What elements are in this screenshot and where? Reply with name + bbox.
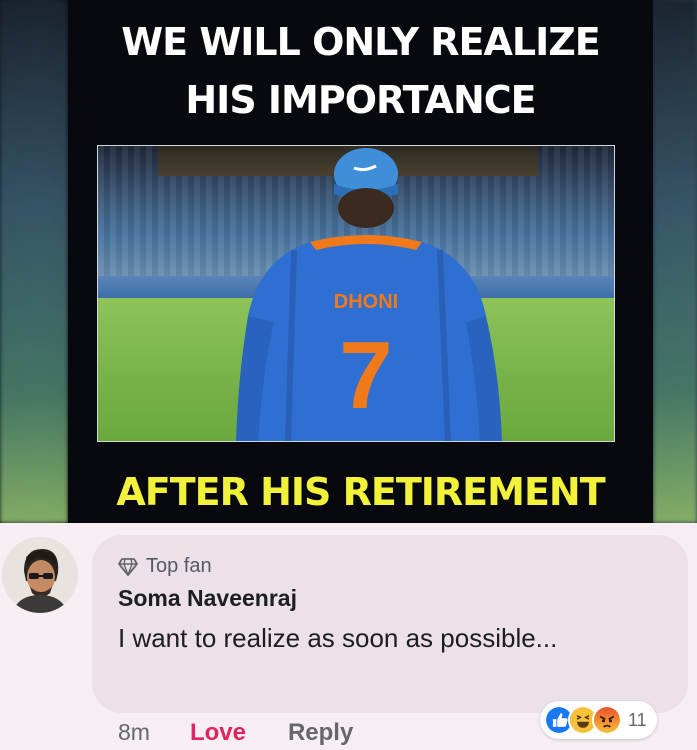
diamond-icon bbox=[118, 557, 138, 576]
comment-text: I want to realize as soon as possible... bbox=[118, 623, 558, 653]
meme-bottom-text: AFTER HIS RETIREMENT bbox=[116, 470, 605, 514]
angry-icon bbox=[592, 705, 622, 735]
jersey-name: DHONI bbox=[334, 291, 398, 313]
comment: Top fan Soma Naveenraj I want to realize… bbox=[0, 523, 697, 750]
love-button[interactable]: Love bbox=[190, 719, 246, 747]
reaction-count: 11 bbox=[628, 709, 647, 730]
comment-actions: 8m Love Reply bbox=[118, 719, 353, 747]
top-fan-badge[interactable]: Top fan bbox=[118, 555, 212, 578]
player-figure: DHONI 7 bbox=[236, 148, 502, 441]
blurred-background-right bbox=[653, 0, 697, 523]
meme-top-text-line-1: WE WILL ONLY REALIZE bbox=[121, 20, 600, 64]
player-photo: DHONI 7 bbox=[97, 145, 615, 442]
meme-top-text-line-2: HIS IMPORTANCE bbox=[185, 78, 536, 122]
meme-image[interactable]: WE WILL ONLY REALIZE HIS IMPORTANCE DHON… bbox=[0, 0, 697, 523]
reaction-summary[interactable]: 11 bbox=[540, 701, 657, 739]
jersey-number: 7 bbox=[339, 322, 392, 429]
blurred-background-left bbox=[0, 0, 68, 523]
avatar[interactable] bbox=[2, 537, 78, 613]
reply-button[interactable]: Reply bbox=[288, 719, 353, 747]
comment-timestamp[interactable]: 8m bbox=[118, 719, 150, 746]
avatar-person-icon bbox=[2, 537, 78, 613]
comment-author[interactable]: Soma Naveenraj bbox=[118, 585, 297, 612]
top-fan-label: Top fan bbox=[146, 555, 212, 577]
